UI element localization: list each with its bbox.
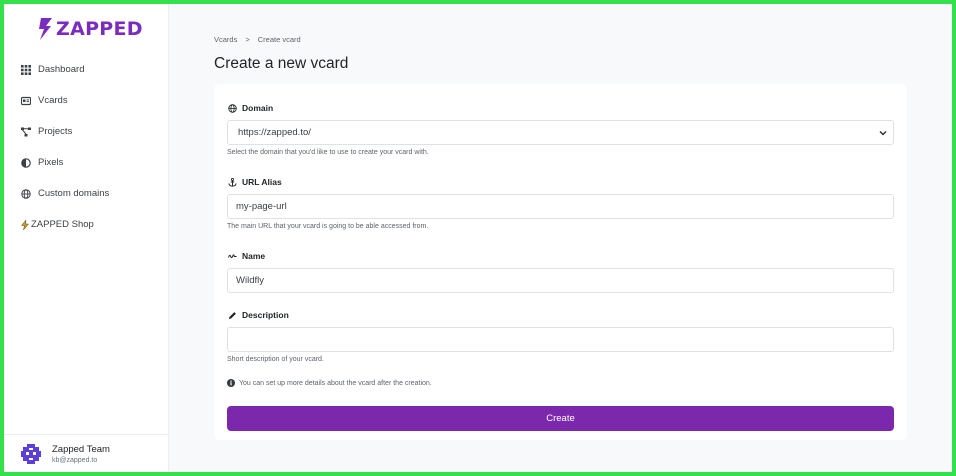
domain-select-value: https://zapped.to/ <box>238 127 311 138</box>
adjust-icon <box>20 157 32 169</box>
sidebar-item-dashboard[interactable]: Dashboard <box>20 54 168 85</box>
page-title: Create a new vcard <box>214 55 349 72</box>
name-field-group: Name Wildfly <box>227 250 894 293</box>
bolt-logo-icon <box>39 18 52 40</box>
globe-icon <box>20 188 32 200</box>
create-vcard-form: Domain https://zapped.to/ Select the dom… <box>214 84 907 440</box>
sidebar-item-zapped-shop[interactable]: ZAPPED Shop <box>20 209 168 240</box>
url-alias-input-value: my-page-url <box>236 201 287 212</box>
name-input[interactable]: Wildfly <box>227 268 894 293</box>
pen-icon <box>227 310 237 320</box>
user-email: kb@zapped.to <box>52 456 98 464</box>
brand-name: ZAPPED <box>56 18 143 40</box>
user-profile[interactable]: Zapped Team kb@zapped.to <box>4 434 169 472</box>
info-note: You can set up more details about the vc… <box>227 379 432 387</box>
sidebar-item-pixels[interactable]: Pixels <box>20 147 168 178</box>
domain-select[interactable]: https://zapped.to/ <box>227 120 894 145</box>
sidebar-item-vcards[interactable]: Vcards <box>20 85 168 116</box>
sidebar-item-label: Custom domains <box>38 188 110 199</box>
sidebar-item-label: Dashboard <box>38 64 85 75</box>
domain-label: Domain <box>227 102 894 114</box>
description-label: Description <box>227 309 894 321</box>
avatar <box>21 443 41 464</box>
sidebar-item-custom-domains[interactable]: Custom domains <box>20 178 168 209</box>
url-alias-label-text: URL Alias <box>242 177 282 187</box>
grid-icon <box>20 64 32 76</box>
sidebar-item-projects[interactable]: Projects <box>20 116 168 147</box>
id-card-icon <box>20 95 32 107</box>
description-field-group: Description Short description of your vc… <box>227 309 894 363</box>
sidebar-item-label: ZAPPED Shop <box>31 219 94 230</box>
sidebar-item-label: Vcards <box>38 95 68 106</box>
breadcrumb-link-vcards[interactable]: Vcards <box>214 35 237 44</box>
breadcrumb-separator: > <box>245 35 250 44</box>
name-label: Name <box>227 250 894 262</box>
name-input-value: Wildfly <box>236 275 264 286</box>
sidebar-nav: Dashboard Vcards Projects Pixels Custom … <box>20 54 168 240</box>
brand-logo[interactable]: ZAPPED <box>38 15 143 43</box>
signature-icon <box>227 251 237 261</box>
url-alias-input[interactable]: my-page-url <box>227 194 894 219</box>
description-input[interactable] <box>227 327 894 352</box>
sidebar: ZAPPED Dashboard Vcards Projects Pixels <box>4 4 169 472</box>
anchor-icon <box>227 177 237 187</box>
domain-help: Select the domain that you'd like to use… <box>227 149 429 156</box>
project-diagram-icon <box>20 126 32 138</box>
domain-field-group: Domain https://zapped.to/ Select the dom… <box>227 102 894 156</box>
info-note-text: You can set up more details about the vc… <box>239 379 432 387</box>
create-button[interactable]: Create <box>227 406 894 431</box>
description-help: Short description of your vcard. <box>227 356 324 363</box>
bolt-icon <box>20 219 30 231</box>
sidebar-item-label: Projects <box>38 126 73 137</box>
chevron-down-icon <box>879 130 887 135</box>
breadcrumb-current: Create vcard <box>257 35 301 44</box>
name-label-text: Name <box>242 251 266 261</box>
url-alias-label: URL Alias <box>227 176 894 188</box>
url-alias-field-group: URL Alias my-page-url The main URL that … <box>227 176 894 230</box>
globe-icon <box>227 103 237 113</box>
breadcrumb: Vcards > Create vcard <box>214 35 301 44</box>
domain-label-text: Domain <box>242 103 274 113</box>
info-circle-icon <box>227 379 235 387</box>
url-alias-help: The main URL that your vcard is going to… <box>227 223 429 230</box>
description-label-text: Description <box>242 310 289 320</box>
user-name: Zapped Team <box>52 443 110 455</box>
sidebar-item-label: Pixels <box>38 157 64 168</box>
